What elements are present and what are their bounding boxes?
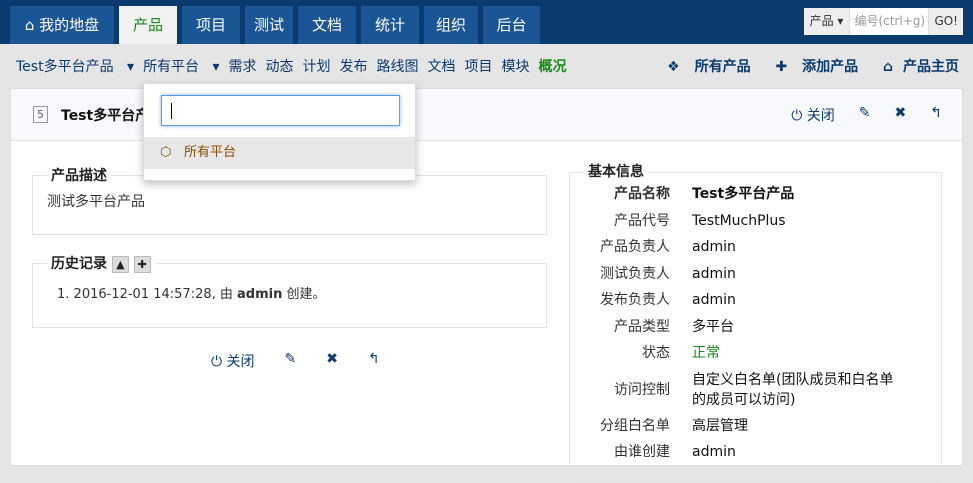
tab-project[interactable]: 项目 xyxy=(182,6,240,44)
desc-text: 测试多平台产品 xyxy=(47,194,145,210)
close-button[interactable]: ⏻ 关闭 xyxy=(791,105,835,125)
subnav-item[interactable]: 项目 xyxy=(465,56,493,76)
top-nav: ⌂ 我的地盘 产品 项目 测试 文档 统计 组织 后台 产品 ▾ 编号(ctrl… xyxy=(0,0,973,44)
subnav-item[interactable]: 需求 xyxy=(229,56,257,76)
plus-icon: ✚ xyxy=(775,59,788,75)
subnav-item[interactable]: 路线图 xyxy=(377,56,419,76)
subnav-item[interactable]: 动态 xyxy=(266,56,294,76)
history-section: 历史记录 ▲ ✚ 1. 2016-12-01 14:57:28, 由 admin… xyxy=(32,253,547,328)
tab-stats[interactable]: 统计 xyxy=(361,6,419,44)
tab-admin[interactable]: 后台 xyxy=(483,6,540,44)
subnav-item[interactable]: 发布 xyxy=(340,56,368,76)
product-home-link[interactable]: ⌂ 产品主页 xyxy=(873,59,959,75)
product-id: 5 xyxy=(33,106,48,123)
search-input[interactable]: 编号(ctrl+g) xyxy=(850,8,928,35)
all-products-link[interactable]: ❖ 所有产品 xyxy=(657,59,750,75)
tab-product[interactable]: 产品 xyxy=(119,6,177,44)
platform-dropdown: ⬡ 所有平台 xyxy=(143,83,416,181)
collapse-icon[interactable]: ▲ xyxy=(111,255,129,273)
go-button[interactable]: GO! xyxy=(928,8,963,35)
home-icon: ⌂ xyxy=(24,16,40,34)
product-switcher[interactable]: Test多平台产品 ▾ xyxy=(16,56,134,76)
delete-icon[interactable]: ✖ xyxy=(895,105,907,125)
history-entry: 1. 2016-12-01 14:57:28, 由 admin 创建。 xyxy=(57,287,326,302)
cube-icon: ⬡ xyxy=(160,145,172,160)
tab-org[interactable]: 组织 xyxy=(424,6,478,44)
platform-option[interactable]: ⬡ 所有平台 xyxy=(144,137,415,169)
tab-my[interactable]: ⌂ 我的地盘 xyxy=(10,6,114,44)
cubes-icon: ❖ xyxy=(667,59,680,75)
basic-info: 基本信息 产品名称 Test多平台产品 产品代号 TestMuchPlus 产品负责… xyxy=(569,163,942,483)
close-button[interactable]: ⏻ 关闭 xyxy=(211,351,255,371)
delete-icon[interactable]: ✖ xyxy=(326,351,338,371)
platform-switcher[interactable]: 所有平台 ▾ xyxy=(143,56,219,76)
back-icon[interactable]: ↰ xyxy=(930,105,942,125)
add-product-link[interactable]: ✚ 添加产品 xyxy=(765,59,858,75)
search-type-select[interactable]: 产品 ▾ xyxy=(803,8,851,35)
footer-actions: ⏻ 关闭 ✎ ✖ ↰ xyxy=(211,351,380,371)
search-box: 产品 ▾ 编号(ctrl+g) GO! xyxy=(803,8,963,35)
subnav-item[interactable]: 模块 xyxy=(502,56,530,76)
subnav-item[interactable]: 文档 xyxy=(428,56,456,76)
platform-search-input[interactable] xyxy=(161,95,400,126)
tab-doc[interactable]: 文档 xyxy=(298,6,356,44)
home-icon: ⌂ xyxy=(882,59,893,75)
scrollbar[interactable] xyxy=(963,140,973,466)
subnav-item[interactable]: 计划 xyxy=(303,56,331,76)
edit-icon[interactable]: ✎ xyxy=(285,351,297,371)
subnav-right: ❖ 所有产品 ✚ 添加产品 ⌂ 产品主页 xyxy=(647,56,959,76)
subnav-item-active[interactable]: 概况 xyxy=(539,56,567,76)
tab-test[interactable]: 测试 xyxy=(245,6,293,44)
edit-icon[interactable]: ✎ xyxy=(859,105,871,125)
expand-icon[interactable]: ✚ xyxy=(133,255,151,273)
power-icon: ⏻ xyxy=(791,108,803,124)
power-icon: ⏻ xyxy=(211,354,223,370)
back-icon[interactable]: ↰ xyxy=(368,351,380,371)
